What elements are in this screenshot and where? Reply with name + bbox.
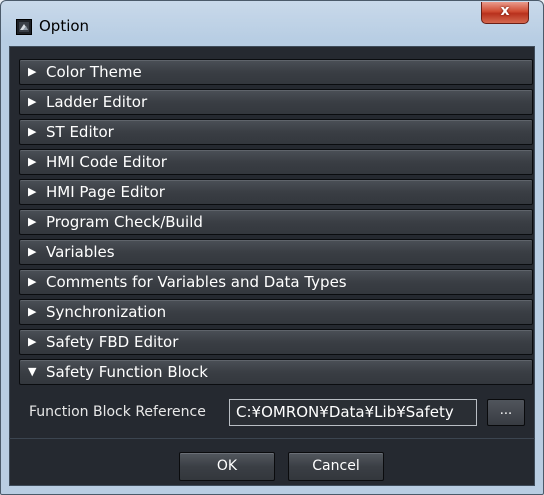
section-variables[interactable]: ▶ Variables — [19, 239, 533, 265]
function-block-reference-field[interactable]: C:¥OMRON¥Data¥Lib¥Safety — [229, 399, 477, 426]
expand-arrow-icon: ▶ — [28, 125, 37, 138]
section-hmi-code-editor[interactable]: ▶ HMI Code Editor — [19, 149, 533, 175]
expand-arrow-icon: ▶ — [28, 335, 37, 348]
expand-arrow-icon: ▶ — [28, 185, 37, 198]
title-bar[interactable]: Option x — [1, 1, 543, 47]
browse-button[interactable]: ... — [487, 399, 525, 426]
section-comments-for-variables[interactable]: ▶ Comments for Variables and Data Types — [19, 269, 533, 295]
divider — [9, 438, 535, 439]
expand-arrow-icon: ▶ — [28, 245, 37, 258]
section-label: Ladder Editor — [46, 93, 148, 111]
section-synchronization[interactable]: ▶ Synchronization — [19, 299, 533, 325]
function-block-reference-label: Function Block Reference — [29, 404, 206, 420]
close-icon: x — [500, 3, 510, 19]
collapse-arrow-icon: ▼ — [28, 365, 37, 378]
expand-arrow-icon: ▶ — [28, 215, 37, 228]
section-label: Safety Function Block — [46, 363, 208, 381]
section-safety-function-block[interactable]: ▼ Safety Function Block — [19, 359, 533, 385]
expand-arrow-icon: ▶ — [28, 305, 37, 318]
section-label: Variables — [46, 243, 115, 261]
close-button[interactable]: x — [481, 2, 529, 24]
section-label: HMI Code Editor — [46, 153, 167, 171]
section-label: HMI Page Editor — [46, 183, 165, 201]
app-icon — [16, 19, 32, 35]
expand-arrow-icon: ▶ — [28, 275, 37, 288]
section-label: Synchronization — [46, 303, 167, 321]
section-program-check-build[interactable]: ▶ Program Check/Build — [19, 209, 533, 235]
section-color-theme[interactable]: ▶ Color Theme — [19, 59, 533, 85]
section-label: Program Check/Build — [46, 213, 203, 231]
section-label: Color Theme — [46, 63, 142, 81]
expand-arrow-icon: ▶ — [28, 95, 37, 108]
section-hmi-page-editor[interactable]: ▶ HMI Page Editor — [19, 179, 533, 205]
expand-arrow-icon: ▶ — [28, 65, 37, 78]
section-label: Comments for Variables and Data Types — [46, 273, 347, 291]
expand-arrow-icon: ▶ — [28, 155, 37, 168]
section-label: Safety FBD Editor — [46, 333, 179, 351]
ok-button[interactable]: OK — [179, 452, 275, 481]
section-st-editor[interactable]: ▶ ST Editor — [19, 119, 533, 145]
cancel-button[interactable]: Cancel — [288, 452, 384, 481]
window-title: Option — [39, 17, 90, 35]
section-safety-fbd-editor[interactable]: ▶ Safety FBD Editor — [19, 329, 533, 355]
option-dialog: Option x ▶ Color Theme ▶ Ladder Editor ▶… — [0, 0, 544, 495]
section-label: ST Editor — [46, 123, 114, 141]
section-ladder-editor[interactable]: ▶ Ladder Editor — [19, 89, 533, 115]
